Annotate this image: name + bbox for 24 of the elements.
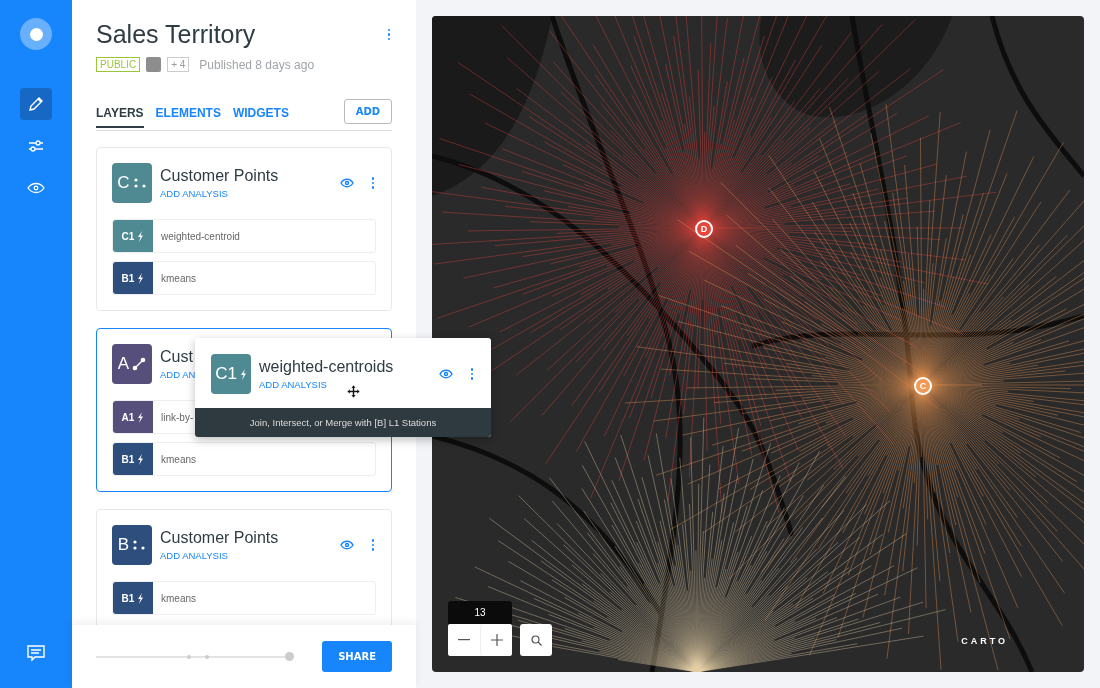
analysis-node-icon: C1 xyxy=(211,354,251,394)
analysis-name: weighted-centroid xyxy=(160,229,240,244)
analysis-name: kmeans xyxy=(160,591,196,606)
analysis-id-badge: A1 xyxy=(113,401,153,433)
visibility-badge: PUBLIC xyxy=(96,57,141,72)
analysis-title: weighted-centroids xyxy=(259,358,395,376)
map-title: Sales Territory xyxy=(96,20,256,49)
zoom-level: 13 xyxy=(448,601,512,624)
analysis-id-badge: C1 xyxy=(113,220,153,252)
layer-title: Customer Points xyxy=(160,167,280,185)
drop-hint: Join, Intersect, or Merge with [B] L1 Stations xyxy=(195,408,491,437)
analysis-name: kmeans xyxy=(160,452,196,467)
analysis-name: link-by- xyxy=(160,410,194,425)
layer-node-icon: A xyxy=(112,344,152,384)
layer-title: Cust xyxy=(160,348,194,366)
analysis-id-badge: B1 xyxy=(113,262,153,294)
analysis-name: kmeans xyxy=(160,271,196,286)
layer-node-icon: B xyxy=(112,525,152,565)
layer-title: Customer Points xyxy=(160,529,280,547)
published-date: Published 8 days ago xyxy=(199,57,315,72)
analysis-id-badge: B1 xyxy=(113,443,153,475)
layer-node-icon: C xyxy=(112,163,152,203)
collaborators-count: + 4 xyxy=(167,57,190,72)
analysis-id-badge: B1 xyxy=(113,582,153,614)
